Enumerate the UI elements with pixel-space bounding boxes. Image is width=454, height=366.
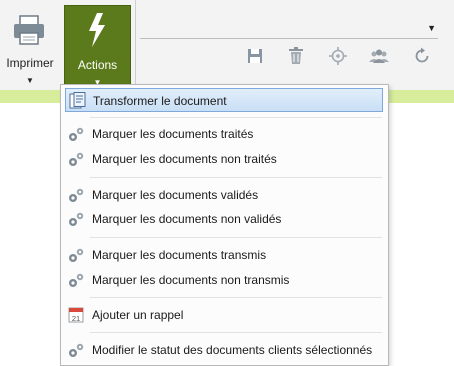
print-label: Imprimer xyxy=(6,56,54,70)
target-icon[interactable] xyxy=(326,44,350,68)
menu-item-mark-transmitted[interactable]: Marquer les documents transmis xyxy=(65,243,383,267)
gears-icon xyxy=(69,212,84,226)
group-icon[interactable] xyxy=(367,44,391,68)
menu-separator xyxy=(90,237,382,238)
menu-item-label: Transformer le document xyxy=(93,94,227,108)
gears-icon xyxy=(69,152,84,166)
calendar-day: 21 xyxy=(72,314,80,323)
actions-label: Actions xyxy=(77,58,118,72)
menu-item-label: Ajouter un rappel xyxy=(92,308,184,322)
calendar-icon: 21 xyxy=(68,307,84,323)
ribbon: Imprimer ▼ Actions ▼ ▼ xyxy=(0,0,454,91)
menu-item-label: Marquer les documents non transmis xyxy=(92,273,290,287)
save-icon[interactable] xyxy=(243,44,267,68)
menu-item-mark-processed[interactable]: Marquer les documents traités xyxy=(65,122,383,146)
view-selector-dropdown[interactable]: ▼ xyxy=(140,18,438,39)
menu-item-add-reminder[interactable]: 21 Ajouter un rappel xyxy=(65,303,383,327)
menu-item-mark-validated[interactable]: Marquer les documents validés xyxy=(65,183,383,207)
print-button[interactable]: Imprimer ▼ xyxy=(2,4,58,86)
actions-menu: Transformer le document Marquer les docu… xyxy=(60,84,389,366)
gears-icon xyxy=(69,127,84,141)
gears-icon xyxy=(69,343,84,357)
menu-item-label: Marquer les documents validés xyxy=(92,188,259,202)
gears-icon xyxy=(69,248,84,262)
gears-icon xyxy=(69,188,84,202)
menu-separator xyxy=(90,177,382,178)
actions-button[interactable]: Actions ▼ xyxy=(64,5,131,88)
ribbon-separator xyxy=(135,0,136,90)
menu-separator xyxy=(90,117,382,118)
menu-item-label: Marquer les documents traités xyxy=(92,127,254,141)
trash-icon[interactable] xyxy=(284,44,308,68)
menu-item-label: Marquer les documents transmis xyxy=(92,248,267,262)
menu-item-modify-client-document-status[interactable]: Modifier le statut des documents clients… xyxy=(65,338,383,362)
menu-separator xyxy=(90,297,382,298)
menu-item-mark-unprocessed[interactable]: Marquer les documents non traités xyxy=(65,147,383,171)
lightning-icon xyxy=(89,13,105,47)
menu-item-mark-not-transmitted[interactable]: Marquer les documents non transmis xyxy=(65,268,383,292)
menu-item-mark-not-validated[interactable]: Marquer les documents non validés xyxy=(65,207,383,231)
gears-icon xyxy=(69,273,84,287)
menu-item-label: Modifier le statut des documents clients… xyxy=(92,343,373,357)
print-dropdown-caret[interactable]: ▼ xyxy=(26,76,34,85)
printer-icon xyxy=(14,15,44,45)
menu-separator xyxy=(90,332,382,333)
menu-item-label: Marquer les documents non traités xyxy=(92,152,277,166)
refresh-icon[interactable] xyxy=(410,44,434,68)
menu-item-transform-document[interactable]: Transformer le document xyxy=(65,88,383,112)
menu-item-label: Marquer les documents non validés xyxy=(92,212,282,226)
document-transform-icon xyxy=(69,92,86,109)
chevron-down-icon[interactable]: ▼ xyxy=(427,23,436,33)
